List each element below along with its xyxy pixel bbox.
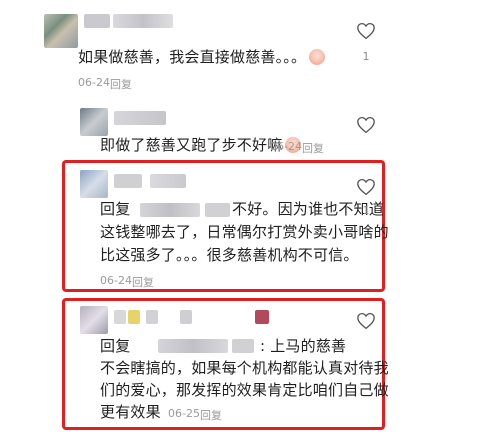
avatar[interactable] [80, 170, 108, 198]
comment-text-line: 更有效果 [100, 403, 161, 421]
mention-blurred[interactable] [158, 339, 228, 353]
username-blurred[interactable] [84, 14, 110, 28]
comment-text-line: 回复 [100, 198, 130, 221]
mention-blurred[interactable] [140, 203, 200, 217]
mention-blurred[interactable] [232, 339, 254, 353]
username-blurred[interactable] [150, 174, 186, 188]
comment-time: 06-25 [168, 407, 200, 420]
mention-blurred[interactable] [205, 203, 230, 217]
comment-text-line: 们的爱心，那发挥的效果肯定比咱们自己做 [100, 381, 389, 399]
comment-text-line: 不会瞎搞的，如果每个机构都能认真对待我 [100, 359, 389, 377]
reply-button[interactable]: 回复 [302, 140, 324, 156]
username-blurred[interactable] [128, 310, 140, 324]
heart-like-icon[interactable] [356, 312, 376, 330]
comment-text-line: 这钱整哪去了，日常偶尔打赏外卖小哥啥的 [100, 223, 389, 241]
comment-text-line: 比这强多了。。。很多慈善机构不可信。 [100, 246, 359, 264]
username-blurred[interactable] [113, 14, 173, 28]
comment-text: 如果做慈善，我会直接做慈善。。。 [78, 46, 326, 69]
reply-button[interactable]: 回复 [132, 274, 154, 290]
comment-text-line: : 上马的慈善 [260, 337, 347, 355]
comment-time: 06-24 [100, 274, 132, 287]
reply-prefix: 回复 [100, 337, 131, 355]
like-count: 1 [362, 50, 370, 63]
reply-prefix: 回复 [100, 200, 131, 218]
like-count: 1 [362, 204, 370, 217]
username-blurred[interactable] [180, 310, 192, 324]
username-blurred[interactable] [146, 310, 158, 324]
comment-text-line: 回复 [100, 335, 130, 358]
avatar[interactable] [80, 108, 108, 136]
username-blurred[interactable] [114, 174, 142, 188]
reply-button[interactable]: 回复 [200, 407, 222, 423]
heart-like-icon[interactable] [356, 178, 376, 196]
face-emoji-icon [309, 49, 326, 65]
avatar[interactable] [44, 14, 78, 48]
comment-time: 06-24 [270, 140, 302, 153]
heart-like-icon[interactable] [356, 22, 376, 40]
username-blurred[interactable] [255, 310, 269, 324]
reply-button[interactable]: 回复 [110, 76, 132, 92]
heart-like-icon[interactable] [356, 116, 376, 134]
username-blurred[interactable] [114, 111, 166, 125]
comment-time: 06-24 [78, 76, 110, 89]
avatar[interactable] [80, 306, 108, 334]
username-blurred[interactable] [114, 310, 126, 324]
